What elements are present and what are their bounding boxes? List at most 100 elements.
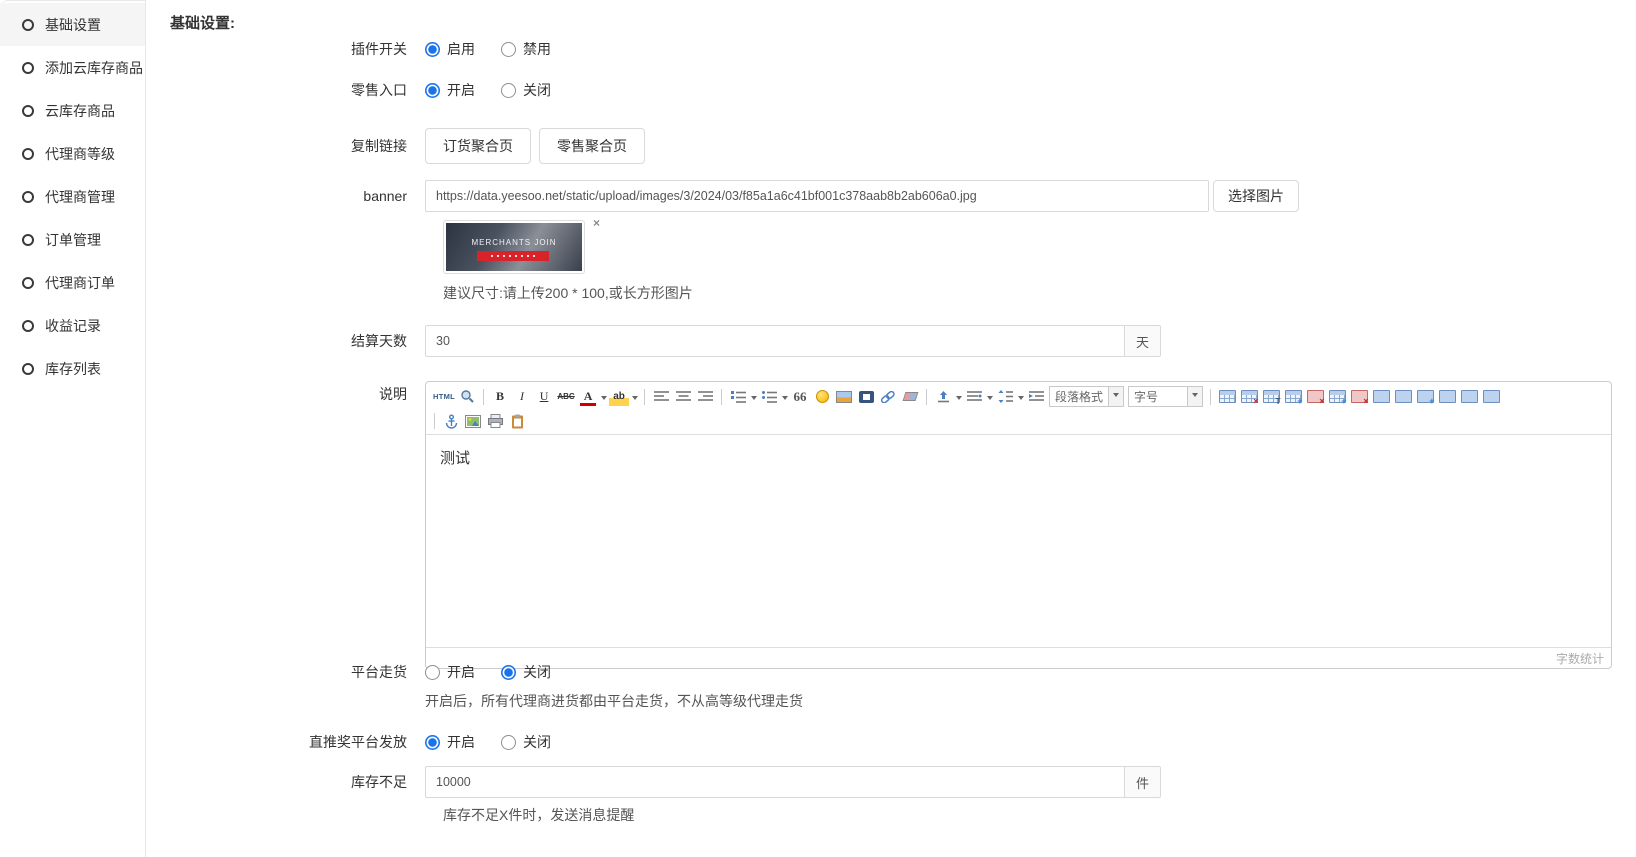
font-size-arrow[interactable] (1187, 387, 1202, 406)
toolbar-separator (644, 389, 645, 405)
align-right-icon[interactable] (695, 388, 715, 406)
insert-link-icon[interactable] (878, 388, 898, 406)
platform-ship-on-radio[interactable]: 开启 (425, 662, 475, 682)
platform-ship-label: 平台走货 (170, 657, 425, 687)
merge-cell-down-icon[interactable] (1415, 388, 1435, 406)
editor-content-area[interactable]: 测试 (426, 435, 1611, 647)
image-map-icon[interactable] (463, 412, 483, 430)
copy-link-label: 复制链接 (170, 136, 425, 156)
line-height-icon[interactable] (995, 388, 1015, 406)
unordered-list-icon[interactable] (759, 388, 779, 406)
form-row-direct-reward: 直推奖平台发放 开启 关闭 (170, 727, 577, 757)
platform-ship-off-radio[interactable]: 关闭 (501, 662, 551, 682)
align-left-icon[interactable] (651, 388, 671, 406)
insert-image-icon[interactable] (834, 388, 854, 406)
italic-icon[interactable]: I (512, 388, 532, 406)
order-aggregate-page-button[interactable]: 订货聚合页 (425, 128, 531, 164)
table-header-icon[interactable] (1261, 388, 1281, 406)
radio-unselected-icon[interactable] (501, 83, 516, 98)
choose-image-button[interactable]: 选择图片 (1213, 180, 1299, 212)
cell-properties-icon[interactable] (1371, 388, 1391, 406)
split-row-icon[interactable] (1459, 388, 1479, 406)
emoticon-icon[interactable] (812, 388, 832, 406)
vertical-align-dropdown-icon[interactable] (956, 396, 962, 403)
plugin-switch-label: 插件开关 (170, 39, 425, 59)
direct-reward-off-radio[interactable]: 关闭 (501, 732, 551, 752)
ordered-list-dropdown-icon[interactable] (751, 396, 757, 403)
circle-icon (22, 234, 34, 246)
highlight-dropdown-icon[interactable] (632, 396, 638, 403)
merge-cell-right-icon[interactable] (1393, 388, 1413, 406)
retail-entry-label: 零售入口 (170, 80, 425, 100)
delete-table-icon[interactable] (1239, 388, 1259, 406)
main-content: 基础设置: 插件开关 启用 禁用 零售入口 开启 关闭 复制链接 订货聚合页 零… (146, 0, 1636, 857)
remove-format-icon[interactable] (900, 388, 920, 406)
source-code-icon[interactable]: HTML (433, 388, 455, 406)
sidebar-item-order-management[interactable]: 订单管理 (0, 218, 145, 261)
plugin-switch-disable-radio[interactable]: 禁用 (501, 39, 551, 59)
radio-selected-icon[interactable] (501, 665, 516, 680)
ordered-list-icon[interactable] (728, 388, 748, 406)
line-height-dropdown-icon[interactable] (1018, 396, 1024, 403)
retail-entry-off-radio[interactable]: 关闭 (501, 80, 551, 100)
sidebar-item-agent-levels[interactable]: 代理商等级 (0, 132, 145, 175)
sidebar-item-agent-management[interactable]: 代理商管理 (0, 175, 145, 218)
plugin-switch-enable-radio[interactable]: 启用 (425, 39, 475, 59)
banner-thumbnail-image: MERCHANTS JOIN (446, 223, 582, 271)
merge-cells-icon[interactable] (1437, 388, 1457, 406)
radio-label: 开启 (447, 732, 475, 752)
sidebar-item-label: 订单管理 (45, 230, 101, 250)
retail-aggregate-page-button[interactable]: 零售聚合页 (539, 128, 645, 164)
font-color-dropdown-icon[interactable] (601, 396, 607, 403)
editor-toolbar-row1: HTML B I U ABC A ab (426, 382, 1611, 410)
settle-days-input[interactable] (425, 325, 1125, 357)
paragraph-format-select[interactable]: 段落格式 (1049, 386, 1124, 407)
highlight-color-icon[interactable]: ab (609, 388, 629, 406)
align-menu-icon[interactable] (964, 388, 984, 406)
align-center-icon[interactable] (673, 388, 693, 406)
banner-url-input[interactable] (425, 180, 1209, 212)
split-column-icon[interactable] (1481, 388, 1501, 406)
direct-reward-on-radio[interactable]: 开启 (425, 732, 475, 752)
align-menu-dropdown-icon[interactable] (987, 396, 993, 403)
insert-media-icon[interactable] (856, 388, 876, 406)
vertical-align-icon[interactable] (933, 388, 953, 406)
anchor-icon[interactable] (441, 412, 461, 430)
low-stock-input[interactable] (425, 766, 1125, 798)
strikethrough-icon[interactable]: ABC (556, 388, 576, 406)
paragraph-format-arrow[interactable] (1108, 387, 1123, 406)
form-row-low-stock: 库存不足 件 (170, 766, 1161, 798)
radio-unselected-icon[interactable] (425, 665, 440, 680)
sidebar-item-agent-orders[interactable]: 代理商订单 (0, 261, 145, 304)
insert-table-icon[interactable] (1217, 388, 1237, 406)
paste-icon[interactable] (507, 412, 527, 430)
delete-column-icon[interactable] (1349, 388, 1369, 406)
font-size-select[interactable]: 字号 (1128, 386, 1203, 407)
radio-unselected-icon[interactable] (501, 735, 516, 750)
radio-selected-icon[interactable] (425, 83, 440, 98)
radio-unselected-icon[interactable] (501, 42, 516, 57)
remove-image-icon[interactable]: × (593, 217, 600, 229)
preview-icon[interactable] (457, 388, 477, 406)
insert-row-icon[interactable] (1283, 388, 1303, 406)
sidebar-item-income-records[interactable]: 收益记录 (0, 304, 145, 347)
indent-icon[interactable] (1026, 388, 1046, 406)
delete-row-icon[interactable] (1305, 388, 1325, 406)
sidebar-item-cloud-stock-products[interactable]: 云库存商品 (0, 89, 145, 132)
sidebar-item-stock-list[interactable]: 库存列表 (0, 347, 145, 390)
sidebar-item-basic-settings[interactable]: 基础设置 (0, 3, 145, 46)
banner-hint-row: 建议尺寸:请上传200 * 100,或长方形图片 (170, 283, 693, 303)
insert-column-icon[interactable] (1327, 388, 1347, 406)
underline-icon[interactable]: U (534, 388, 554, 406)
word-count-label[interactable]: 字数统计 (1556, 650, 1604, 667)
print-icon[interactable] (485, 412, 505, 430)
banner-label: banner (170, 188, 425, 204)
font-color-icon[interactable]: A (578, 388, 598, 406)
radio-selected-icon[interactable] (425, 42, 440, 57)
blockquote-icon[interactable]: 66 (790, 388, 810, 406)
bold-icon[interactable]: B (490, 388, 510, 406)
retail-entry-on-radio[interactable]: 开启 (425, 80, 475, 100)
radio-selected-icon[interactable] (425, 735, 440, 750)
unordered-list-dropdown-icon[interactable] (782, 396, 788, 403)
sidebar-item-add-cloud-stock-product[interactable]: 添加云库存商品 (0, 46, 145, 89)
